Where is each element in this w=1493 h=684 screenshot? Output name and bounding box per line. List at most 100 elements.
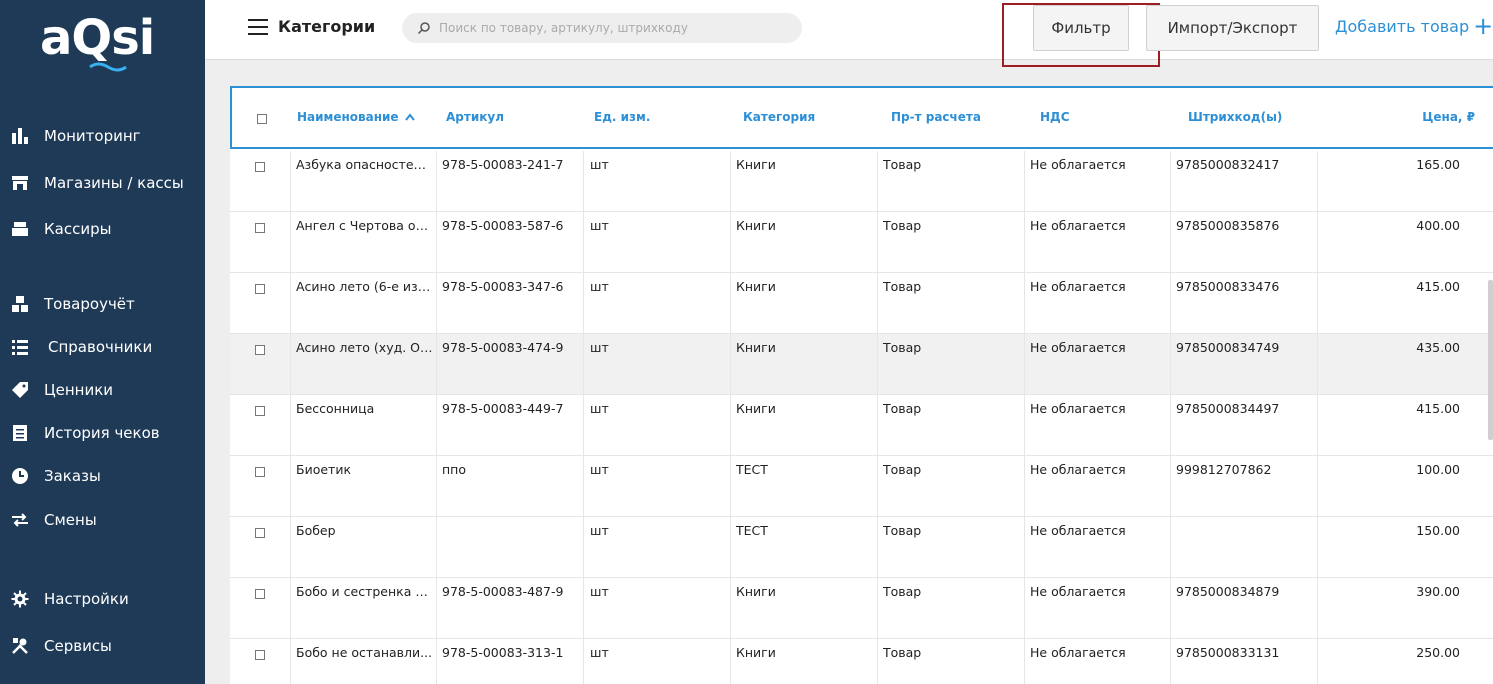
column-divider	[290, 456, 291, 517]
cell-unit: шт	[590, 645, 609, 660]
row-checkbox[interactable]	[255, 162, 265, 172]
column-divider	[1024, 578, 1025, 639]
table-row[interactable]: Бобо не останавли... 978-5-00083-313-1 шт К…	[230, 639, 1493, 684]
hamburger-menu-icon[interactable]	[248, 19, 268, 35]
table-row[interactable]: Ангел с Чертова ост... 978-5-00083-587-6 ш…	[230, 212, 1493, 273]
cell-name: Биоетик	[296, 462, 351, 477]
row-checkbox[interactable]	[255, 223, 265, 233]
filter-button[interactable]: Фильтр	[1033, 5, 1129, 51]
cell-price: 415.00	[1416, 279, 1460, 294]
bar-chart-icon	[10, 126, 30, 146]
column-divider	[1170, 151, 1171, 212]
sidebar-item-settings[interactable]: Настройки	[0, 584, 205, 614]
column-divider	[730, 212, 731, 273]
table-row[interactable]: Асино лето (6-е изд.) 978-5-00083-347-6 шт…	[230, 273, 1493, 334]
column-divider	[1317, 151, 1318, 212]
row-checkbox[interactable]	[255, 650, 265, 660]
sidebar-item-monitoring[interactable]: Мониторинг	[0, 121, 205, 151]
column-divider	[1170, 456, 1171, 517]
row-checkbox[interactable]	[255, 345, 265, 355]
table-row[interactable]: Бобер шт ТЕСТ Товар Не облагается 150.00	[230, 517, 1493, 578]
column-header-calc-type[interactable]: Пр-т расчета	[891, 110, 981, 124]
column-header-vat[interactable]: НДС	[1040, 110, 1070, 124]
select-all-checkbox[interactable]	[257, 114, 267, 124]
cell-calc-type: Товар	[883, 340, 922, 355]
cell-category: Книги	[736, 279, 776, 294]
column-divider	[730, 395, 731, 456]
aqsi-logo[interactable]: aQsi	[40, 10, 170, 72]
column-divider	[1317, 456, 1318, 517]
table-row[interactable]: Асино лето (худ. О. ... 978-5-00083-474-9…	[230, 334, 1493, 395]
column-divider	[1024, 639, 1025, 684]
row-checkbox[interactable]	[255, 406, 265, 416]
cell-vat: Не облагается	[1030, 401, 1126, 416]
search-bar[interactable]	[402, 13, 802, 43]
table-row[interactable]: Бессонница 978-5-00083-449-7 шт Книги Товар Н…	[230, 395, 1493, 456]
column-divider	[290, 334, 291, 395]
sidebar-item-shifts[interactable]: Смены	[0, 505, 205, 535]
import-export-button[interactable]: Импорт/Экспорт	[1146, 5, 1319, 51]
cell-name: Азбука опасностей ...	[296, 157, 434, 172]
add-product-label: Добавить товар	[1335, 16, 1470, 36]
clock-icon	[10, 466, 30, 486]
cell-calc-type: Товар	[883, 462, 922, 477]
cell-barcode: 9785000834879	[1176, 584, 1280, 599]
column-divider	[290, 578, 291, 639]
sidebar-item-label: Сервисы	[44, 637, 112, 655]
sidebar-item-stores[interactable]: Магазины / кассы	[0, 168, 205, 198]
column-divider	[583, 151, 584, 212]
column-divider	[436, 456, 437, 517]
row-checkbox[interactable]	[255, 284, 265, 294]
row-checkbox[interactable]	[255, 528, 265, 538]
sidebar-item-cashiers[interactable]: Кассиры	[0, 214, 205, 244]
column-divider	[290, 517, 291, 578]
gear-icon	[10, 589, 30, 609]
search-input[interactable]	[439, 21, 799, 35]
sidebar-item-receipts[interactable]: История чеков	[0, 418, 205, 448]
table-row[interactable]: Азбука опасностей ... 978-5-00083-241-7 шт…	[230, 151, 1493, 212]
column-divider	[1024, 456, 1025, 517]
logo-wave-icon	[89, 62, 127, 72]
sidebar-item-label: Мониторинг	[44, 127, 141, 145]
sidebar-item-services[interactable]: Сервисы	[0, 631, 205, 661]
cell-sku: 978-5-00083-487-9	[442, 584, 564, 599]
column-header-price[interactable]: Цена, ₽	[1422, 110, 1475, 124]
sidebar-item-inventory[interactable]: Товароучёт	[0, 289, 205, 319]
table-row[interactable]: Биоетик ппо шт ТЕСТ Товар Не облагается 999812…	[230, 456, 1493, 517]
sidebar-item-directories[interactable]: Справочники	[0, 332, 205, 362]
sidebar-item-label: Товароучёт	[44, 295, 135, 313]
add-product-button[interactable]: Добавить товар +	[1335, 14, 1493, 38]
sort-ascending-icon[interactable]	[404, 113, 415, 121]
column-header-category[interactable]: Категория	[743, 110, 815, 124]
row-checkbox[interactable]	[255, 589, 265, 599]
scrollbar[interactable]	[1488, 280, 1493, 440]
cell-vat: Не облагается	[1030, 523, 1126, 538]
table-row[interactable]: Бобо и сестренка Б... 978-5-00083-487-9 шт…	[230, 578, 1493, 639]
cell-vat: Не облагается	[1030, 462, 1126, 477]
cell-calc-type: Товар	[883, 645, 922, 660]
sidebar-item-label: Кассиры	[44, 220, 112, 238]
cell-vat: Не облагается	[1030, 279, 1126, 294]
sidebar-item-label: Магазины / кассы	[44, 174, 184, 192]
sidebar-item-price-tags[interactable]: Ценники	[0, 375, 205, 405]
column-divider	[290, 151, 291, 212]
column-header-sku[interactable]: Артикул	[446, 110, 504, 124]
receipt-icon	[10, 423, 30, 443]
page-title: Категории	[278, 17, 376, 36]
cell-name: Асино лето (6-е изд.)	[296, 279, 434, 294]
tools-icon	[10, 636, 30, 656]
column-divider	[1024, 334, 1025, 395]
cell-vat: Не облагается	[1030, 584, 1126, 599]
column-divider	[1317, 517, 1318, 578]
sidebar-item-orders[interactable]: Заказы	[0, 461, 205, 491]
cell-name: Асино лето (худ. О. ...	[296, 340, 434, 355]
column-divider	[583, 273, 584, 334]
column-header-unit[interactable]: Ед. изм.	[594, 110, 650, 124]
cell-unit: шт	[590, 523, 609, 538]
column-header-name[interactable]: Наименование	[297, 110, 415, 124]
column-header-barcode[interactable]: Штрихкод(ы)	[1188, 110, 1282, 124]
cell-sku: 978-5-00083-474-9	[442, 340, 564, 355]
top-header: Категории Фильтр Импорт/Экспорт Добавить…	[205, 0, 1493, 67]
column-divider	[1317, 334, 1318, 395]
row-checkbox[interactable]	[255, 467, 265, 477]
